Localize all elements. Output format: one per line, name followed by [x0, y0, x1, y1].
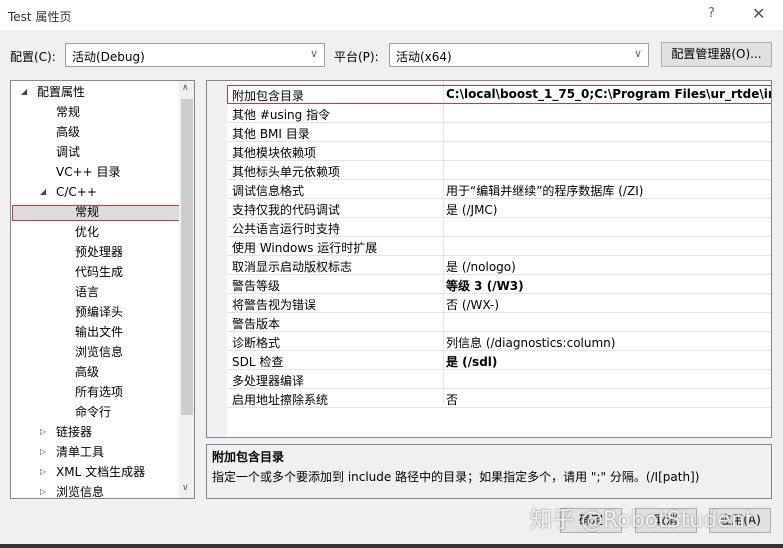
- tree-item[interactable]: 优化: [75, 222, 99, 242]
- property-row[interactable]: 取消显示启动版权标志 是 (/nologo): [227, 256, 771, 275]
- property-name: 诊断格式: [232, 336, 281, 350]
- tree-item[interactable]: 输出文件: [75, 322, 123, 342]
- chevron-down-icon: ∨: [309, 47, 318, 60]
- tree-scroll-thumb[interactable]: [181, 99, 193, 415]
- property-name: 公共语言运行时支持: [232, 222, 341, 236]
- title-bar: [0, 0, 783, 30]
- property-row[interactable]: 使用 Windows 运行时扩展: [227, 237, 771, 256]
- property-value[interactable]: 用于“编辑并继续”的程序数据库 (/ZI): [446, 182, 643, 199]
- property-row[interactable]: 支持仅我的代码调试 是 (/JMC): [227, 199, 771, 218]
- property-name: SDL 检查: [232, 355, 284, 369]
- property-row[interactable]: 调试信息格式 用于“编辑并继续”的程序数据库 (/ZI): [227, 180, 771, 199]
- property-row[interactable]: 其他 BMI 目录: [227, 123, 771, 142]
- property-tree[interactable]: ◢ 配置属性 常规 高级 调试 VC++ 目录 ◢ C/C++ 常规 优化 预处理器 代码生成 语言 预编…: [10, 80, 195, 499]
- property-name: 其他模块依赖项: [232, 146, 317, 160]
- tree-item[interactable]: XML 文档生成器: [56, 462, 145, 482]
- help-button[interactable]: ?: [708, 6, 715, 21]
- property-value[interactable]: 列信息 (/diagnostics:column): [446, 334, 615, 351]
- tree-item[interactable]: 常规: [75, 202, 99, 222]
- property-row[interactable]: 公共语言运行时支持: [227, 218, 771, 237]
- description-title: 附加包含目录: [212, 450, 285, 464]
- scroll-down-icon[interactable]: ∨: [182, 483, 189, 493]
- platform-value: 活动(x64): [396, 50, 452, 64]
- property-name: 附加包含目录: [232, 89, 305, 103]
- platform-select[interactable]: 活动(x64) ∨: [389, 43, 649, 67]
- tree-item[interactable]: 预处理器: [75, 242, 123, 262]
- close-button[interactable]: ✕: [752, 4, 765, 23]
- property-name: 支持仅我的代码调试: [232, 203, 341, 217]
- property-name: 其他 #using 指令: [232, 108, 331, 122]
- config-value: 活动(Debug): [72, 50, 145, 64]
- property-value[interactable]: 是 (/JMC): [446, 201, 498, 218]
- property-row[interactable]: 其他 #using 指令: [227, 104, 771, 123]
- scroll-up-icon[interactable]: ∧: [182, 83, 189, 93]
- expanded-arrow-icon[interactable]: ◢: [40, 187, 46, 196]
- property-row[interactable]: 诊断格式 列信息 (/diagnostics:column): [227, 332, 771, 351]
- tree-item[interactable]: VC++ 目录: [56, 162, 121, 182]
- property-name: 启用地址擦除系统: [232, 393, 329, 407]
- property-row[interactable]: 多处理器编译: [227, 370, 771, 389]
- property-name: 其他标头单元依赖项: [232, 165, 341, 179]
- tree-item[interactable]: 调试: [56, 142, 80, 162]
- property-row[interactable]: 警告等级 等级 3 (/W3): [227, 275, 771, 294]
- collapsed-arrow-icon[interactable]: ▷: [40, 487, 46, 496]
- property-name: 将警告视为错误: [232, 298, 317, 312]
- property-name: 警告版本: [232, 317, 281, 331]
- grid-gutter: [207, 81, 227, 437]
- chevron-down-icon: ∨: [633, 47, 642, 60]
- tree-item[interactable]: 浏览信息: [75, 342, 123, 362]
- tree-item[interactable]: 浏览信息: [56, 482, 104, 498]
- bottom-border: [0, 544, 783, 548]
- window-title: Test 属性页: [8, 10, 72, 24]
- tree-item[interactable]: 配置属性: [37, 82, 85, 102]
- property-row[interactable]: SDL 检查 是 (/sdl): [227, 351, 771, 370]
- property-row[interactable]: 其他模块依赖项: [227, 142, 771, 161]
- tree-item[interactable]: 语言: [75, 282, 99, 302]
- property-name: 其他 BMI 目录: [232, 127, 310, 141]
- platform-label: 平台(P):: [334, 50, 379, 64]
- property-name: 多处理器编译: [232, 374, 305, 388]
- description-text: 指定一个或多个要添加到 include 路径中的目录；如果指定多个，请用 ";"…: [212, 470, 700, 484]
- tree-item[interactable]: 常规: [56, 102, 80, 122]
- watermark: 知乎 @RobotStudent: [530, 508, 754, 533]
- property-row[interactable]: 附加包含目录 C:\local\boost_1_75_0;C:\Program F…: [227, 85, 771, 104]
- property-name: 调试信息格式: [232, 184, 305, 198]
- property-value[interactable]: 否 (/WX-): [446, 296, 499, 313]
- tree-item[interactable]: 命令行: [75, 402, 111, 422]
- property-value[interactable]: 是 (/sdl): [446, 353, 497, 370]
- expanded-arrow-icon[interactable]: ◢: [21, 87, 27, 96]
- property-name: 警告等级: [232, 279, 281, 293]
- collapsed-arrow-icon[interactable]: ▷: [40, 467, 46, 476]
- property-row[interactable]: 将警告视为错误 否 (/WX-): [227, 294, 771, 313]
- property-value[interactable]: C:\local\boost_1_75_0;C:\Program Files\u…: [446, 87, 771, 101]
- property-value[interactable]: 是 (/nologo): [446, 258, 516, 275]
- tree-item[interactable]: 预编译头: [75, 302, 123, 322]
- description-panel: 附加包含目录 指定一个或多个要添加到 include 路径中的目录；如果指定多个…: [206, 444, 772, 499]
- tree-item[interactable]: 代码生成: [75, 262, 123, 282]
- config-select[interactable]: 活动(Debug) ∨: [65, 43, 325, 67]
- config-label: 配置(C):: [10, 50, 56, 64]
- property-row[interactable]: 其他标头单元依赖项: [227, 161, 771, 180]
- collapsed-arrow-icon[interactable]: ▷: [40, 447, 46, 456]
- tree-item[interactable]: 高级: [56, 122, 80, 142]
- property-row[interactable]: 警告版本: [227, 313, 771, 332]
- property-name: 使用 Windows 运行时扩展: [232, 241, 378, 255]
- property-grid[interactable]: 附加包含目录 C:\local\boost_1_75_0;C:\Program F…: [206, 80, 772, 438]
- tree-item[interactable]: 链接器: [56, 422, 92, 442]
- tree-item[interactable]: C/C++: [56, 182, 97, 202]
- tree-item[interactable]: 所有选项: [75, 382, 123, 402]
- tree-item[interactable]: 清单工具: [56, 442, 104, 462]
- property-value[interactable]: 等级 3 (/W3): [446, 277, 524, 294]
- tree-item[interactable]: 高级: [75, 362, 99, 382]
- config-manager-button[interactable]: 配置管理器(O)...: [661, 42, 772, 67]
- property-name: 取消显示启动版权标志: [232, 260, 353, 274]
- property-row[interactable]: 启用地址擦除系统 否: [227, 389, 771, 408]
- property-value[interactable]: 否: [446, 391, 458, 408]
- collapsed-arrow-icon[interactable]: ▷: [40, 427, 46, 436]
